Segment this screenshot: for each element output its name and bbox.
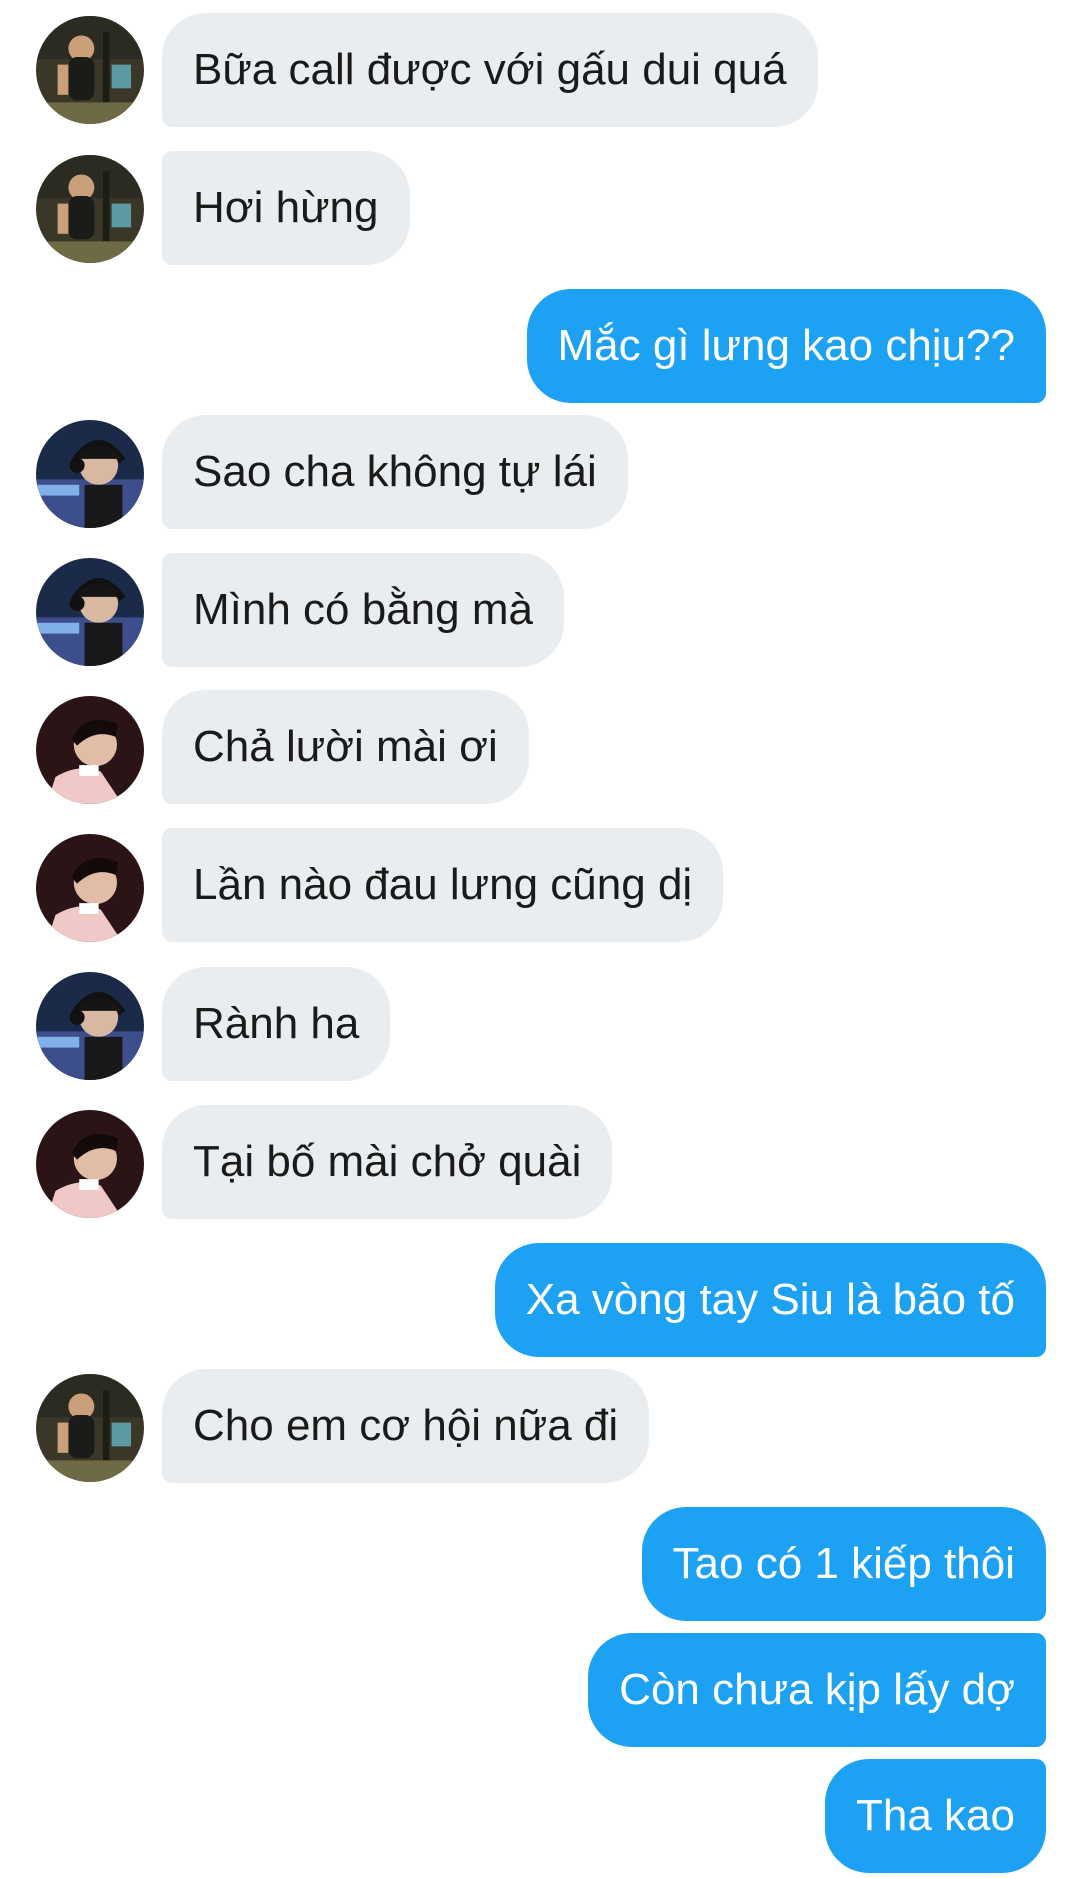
- avatar-dark-hair-guy-icon: [36, 834, 144, 942]
- avatar-headphones-guy-icon: [36, 558, 144, 666]
- incoming-message-bubble[interactable]: Hơi hừng: [162, 151, 410, 265]
- message-text: Còn chưa kịp lấy dợ: [619, 1665, 1015, 1714]
- message-text: Xa vòng tay Siu là bão tố: [525, 1275, 1015, 1324]
- avatar[interactable]: [36, 834, 144, 942]
- avatar-gym-guy-icon: [36, 155, 144, 263]
- avatar[interactable]: [36, 155, 144, 263]
- message-text: Tao có 1 kiếp thôi: [672, 1539, 1015, 1588]
- message-text: Sao cha không tự lái: [193, 447, 597, 496]
- incoming-message-bubble[interactable]: Tại bố mài chở quài: [162, 1105, 613, 1219]
- outgoing-message-bubble[interactable]: Còn chưa kịp lấy dợ: [588, 1633, 1046, 1747]
- incoming-message-bubble[interactable]: Bữa call được với gấu dui quá: [162, 13, 818, 127]
- message-text: Lần nào đau lưng cũng dị: [193, 860, 693, 909]
- message-text: Tại bố mài chở quài: [193, 1137, 582, 1186]
- incoming-message-bubble[interactable]: Lần nào đau lưng cũng dị: [162, 828, 724, 942]
- incoming-message-bubble[interactable]: Rành ha: [162, 967, 391, 1081]
- outgoing-message-bubble[interactable]: Tha kao: [825, 1759, 1046, 1873]
- incoming-message-bubble[interactable]: Chả lười mài ơi: [162, 690, 529, 804]
- avatar[interactable]: [36, 1374, 144, 1482]
- message-text: Mình có bằng mà: [193, 585, 533, 634]
- message-text: Rành ha: [193, 999, 360, 1048]
- incoming-message-bubble[interactable]: Sao cha không tự lái: [162, 415, 628, 529]
- avatar-dark-hair-guy-icon: [36, 696, 144, 804]
- avatar-headphones-guy-icon: [36, 420, 144, 528]
- message-text: Cho em cơ hội nữa đi: [193, 1401, 619, 1450]
- outgoing-message-bubble[interactable]: Xa vòng tay Siu là bão tố: [494, 1243, 1046, 1357]
- avatar[interactable]: [36, 558, 144, 666]
- chat-thread: Bữa call được với gấu dui quá Hơi hừng M…: [0, 0, 1080, 1878]
- avatar[interactable]: [36, 696, 144, 804]
- message-text: Chả lười mài ơi: [193, 722, 498, 771]
- avatar-gym-guy-icon: [36, 1374, 144, 1482]
- outgoing-message-bubble[interactable]: Tao có 1 kiếp thôi: [641, 1507, 1046, 1621]
- message-text: Hơi hừng: [193, 183, 379, 232]
- message-text: Tha kao: [856, 1791, 1015, 1840]
- avatar-dark-hair-guy-icon: [36, 1110, 144, 1218]
- message-text: Bữa call được với gấu dui quá: [193, 45, 787, 94]
- message-text: Mắc gì lưng kao chịu??: [557, 321, 1016, 370]
- avatar[interactable]: [36, 1110, 144, 1218]
- avatar[interactable]: [36, 972, 144, 1080]
- avatar[interactable]: [36, 420, 144, 528]
- avatar-gym-guy-icon: [36, 16, 144, 124]
- avatar[interactable]: [36, 16, 144, 124]
- incoming-message-bubble[interactable]: Mình có bằng mà: [162, 553, 564, 667]
- avatar-headphones-guy-icon: [36, 972, 144, 1080]
- outgoing-message-bubble[interactable]: Mắc gì lưng kao chịu??: [526, 289, 1046, 403]
- incoming-message-bubble[interactable]: Cho em cơ hội nữa đi: [162, 1369, 650, 1483]
